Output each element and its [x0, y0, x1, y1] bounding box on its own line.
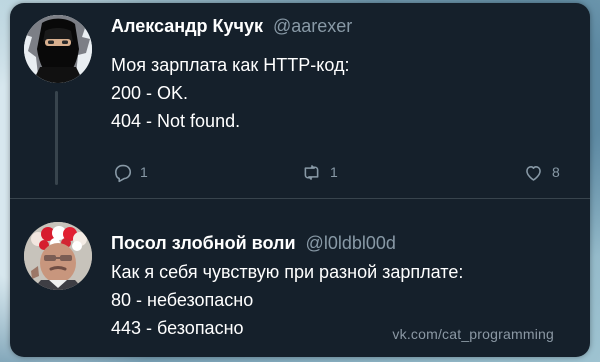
- like-count: 8: [552, 164, 560, 180]
- thread-connector: [55, 91, 58, 185]
- avatar[interactable]: [24, 222, 92, 290]
- tweet-text-line: 404 - Not found.: [111, 111, 241, 131]
- watermark: vk.com/cat_programming: [392, 326, 554, 342]
- retweet-icon: [304, 164, 319, 180]
- author-handle[interactable]: @aarexer: [273, 16, 352, 36]
- tweet-thread-card: Александр Кучук @aarexer Моя зарплата ка…: [10, 3, 590, 357]
- author-handle[interactable]: @l0ldbl00d: [306, 233, 396, 253]
- author-name[interactable]: Александр Кучук: [111, 16, 263, 36]
- reply-button[interactable]: 1: [111, 160, 148, 184]
- tweet-header: Посол злобной воли @l0ldbl00d: [111, 232, 396, 254]
- author-name[interactable]: Посол злобной воли: [111, 233, 296, 253]
- reply-icon: [115, 164, 132, 182]
- masked-person-avatar-icon: [24, 15, 92, 83]
- tweet-text-line: Моя зарплата как HTTP-код:: [111, 55, 350, 75]
- tweet-text: Моя зарплата как HTTP-код: 200 - OK. 404…: [111, 51, 350, 135]
- tweet-1[interactable]: Александр Кучук @aarexer Моя зарплата ка…: [10, 3, 590, 198]
- retweet-count: 1: [330, 164, 338, 180]
- like-button[interactable]: 8: [523, 160, 560, 184]
- tweet-header: Александр Кучук @aarexer: [111, 15, 352, 37]
- retweet-button[interactable]: 1: [301, 160, 338, 184]
- tweet-text-line: 200 - OK.: [111, 83, 189, 103]
- tweet-actions: 1 1 8: [111, 160, 576, 184]
- tweet-text-line: Как я себя чувствую при разной зарплате:: [111, 262, 464, 282]
- reply-count: 1: [140, 164, 148, 180]
- tweet-text-line: 80 - небезопасно: [111, 290, 254, 310]
- heart-icon: [526, 165, 541, 181]
- avatar[interactable]: [24, 15, 92, 83]
- person-with-flower-crown-avatar-icon: [24, 222, 92, 290]
